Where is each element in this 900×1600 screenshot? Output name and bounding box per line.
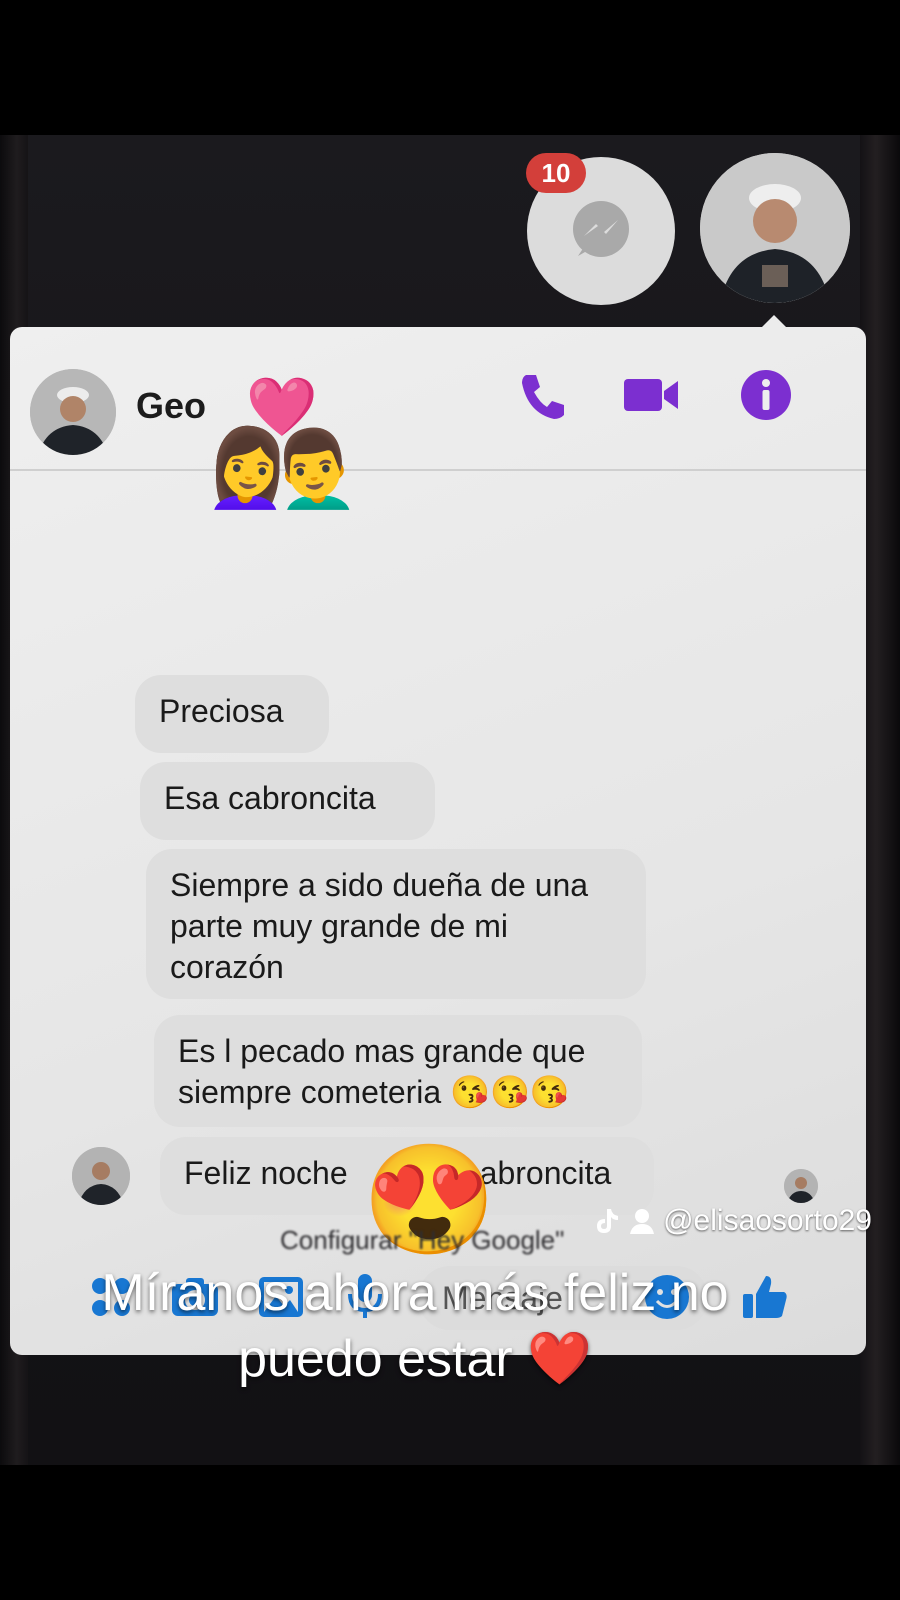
tiktok-handle[interactable]: @elisaosorto29	[591, 1204, 872, 1238]
person-icon	[630, 1209, 655, 1234]
seen-receipt-avatar	[784, 1169, 818, 1203]
unread-count-badge: 10	[526, 153, 586, 193]
handle-text: @elisaosorto29	[663, 1204, 872, 1237]
video-caption: Míranos ahora más feliz no puedo estar ❤…	[101, 1264, 729, 1388]
message-bubble[interactable]: Esa cabroncita	[140, 762, 435, 840]
message-text: Siempre a sido dueña de una parte muy gr…	[170, 867, 589, 985]
chat-panel: Geo 👩‍❤️‍👨 Preciosa Esa cabroncita Siemp…	[10, 327, 866, 1355]
contact-chat-head-avatar[interactable]	[700, 153, 850, 303]
message-bubble[interactable]: Preciosa	[135, 675, 329, 753]
message-text: Esa cabroncita	[164, 780, 376, 816]
background-hint-text: Configurar "Hey Google"	[280, 1225, 565, 1255]
avatar-photo	[30, 369, 116, 455]
messenger-icon	[573, 201, 629, 257]
message-bubble[interactable]: Siempre a sido dueña de una parte muy gr…	[146, 849, 646, 999]
avatar-photo	[700, 153, 850, 303]
chat-header: Geo 👩‍❤️‍👨	[10, 327, 866, 511]
sender-avatar[interactable]	[72, 1147, 130, 1205]
phone-icon[interactable]	[514, 367, 570, 423]
message-text: Preciosa	[159, 693, 284, 729]
couple-heart-emoji: 👩‍❤️‍👨	[207, 377, 357, 511]
video-icon[interactable]	[622, 367, 682, 423]
info-icon[interactable]	[738, 367, 794, 423]
avatar-photo	[784, 1169, 818, 1203]
tiktok-logo-icon	[597, 1209, 619, 1233]
phone-bezel-right	[860, 135, 900, 1465]
message-bubble[interactable]: Es l pecado mas grande que siempre comet…	[154, 1015, 642, 1127]
message-text: Es l pecado mas grande que siempre comet…	[178, 1033, 586, 1110]
header-avatar[interactable]	[30, 369, 116, 455]
message-text: Feliz noche	[184, 1155, 348, 1191]
contact-name[interactable]: Geo	[136, 385, 206, 427]
avatar-photo	[72, 1147, 130, 1205]
